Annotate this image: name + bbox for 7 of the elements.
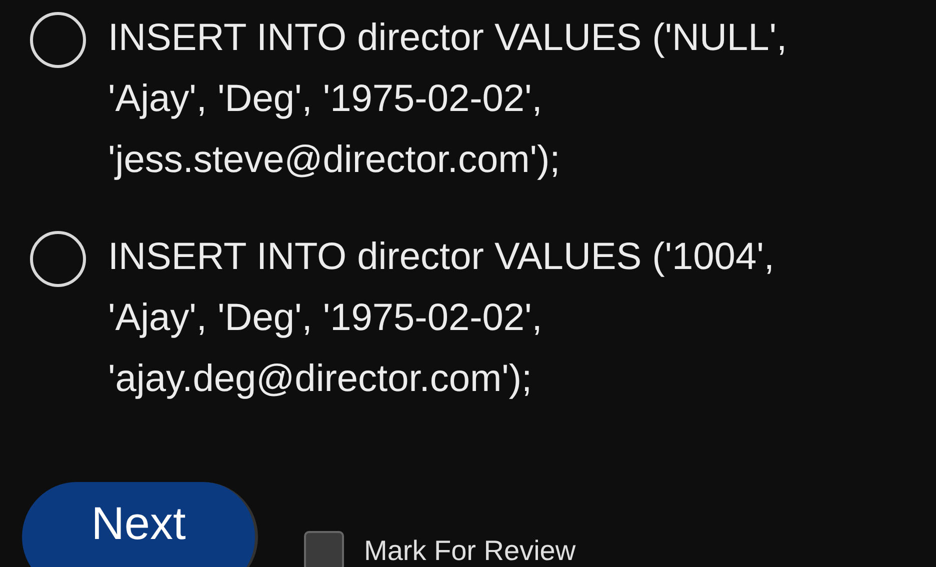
checkbox-label: Mark For Review bbox=[364, 534, 576, 567]
radio-button[interactable] bbox=[30, 12, 86, 68]
option-text: INSERT INTO director VALUES ('1004', 'Ajay', 'Deg', '1975-02-02', 'ajay.deg@director.com'); bbox=[108, 235, 776, 402]
radio-button[interactable] bbox=[30, 231, 86, 287]
next-button[interactable]: Next bbox=[22, 482, 258, 567]
checkbox[interactable] bbox=[304, 531, 344, 567]
option-text: INSERT INTO director VALUES ('NULL', 'Ajay', 'Deg', '1975-02-02', 'jess.steve@director.com'); bbox=[108, 16, 788, 183]
